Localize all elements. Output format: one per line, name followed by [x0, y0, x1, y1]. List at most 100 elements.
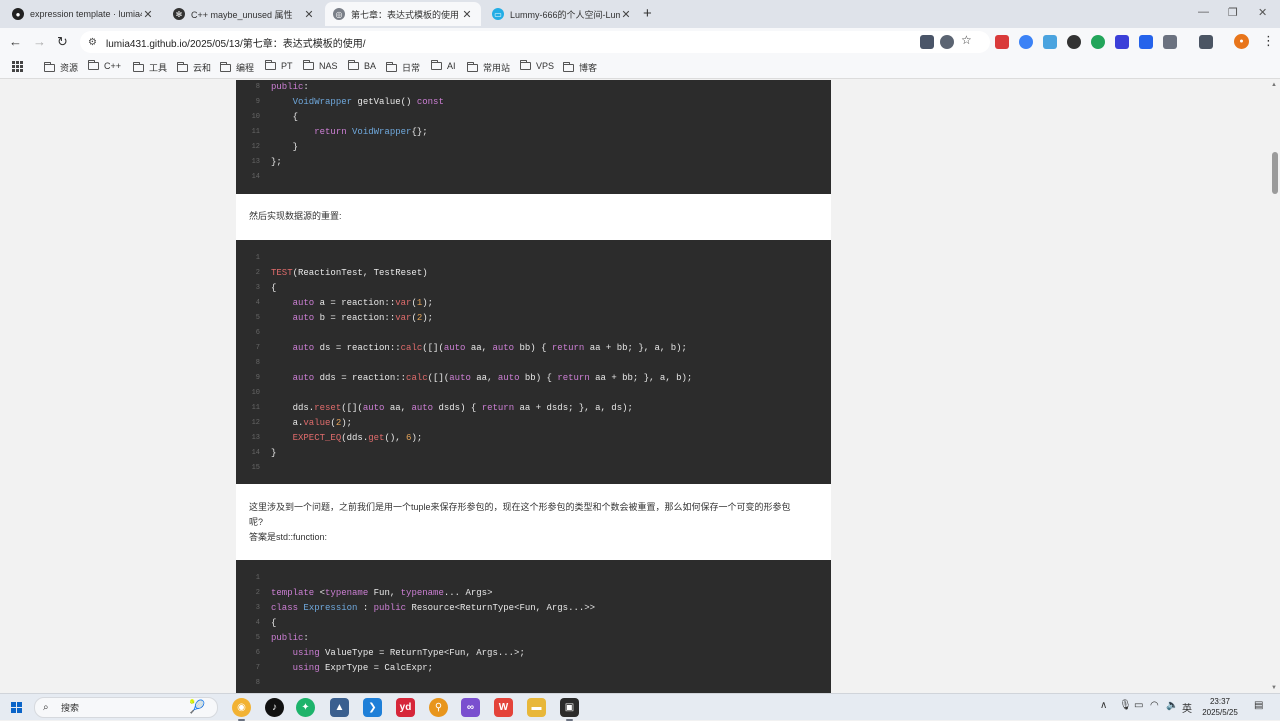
ime-indicator[interactable]: 英 — [1182, 700, 1192, 715]
code-line: 5 public: — [236, 631, 831, 646]
close-window-icon[interactable]: ✕ — [1258, 6, 1267, 19]
volume-icon[interactable]: 🔈 — [1166, 700, 1178, 711]
code-text: public: — [271, 82, 309, 92]
extension-blue-icon[interactable] — [1043, 35, 1057, 49]
extension-green-icon[interactable] — [1091, 35, 1105, 49]
app-blue-icon[interactable]: ▲ — [330, 698, 349, 717]
code-line: 10 — [236, 386, 831, 401]
bookmark-folder[interactable]: AI — [431, 60, 456, 71]
folder-icon — [431, 60, 442, 70]
scroll-down-icon[interactable]: ▼ — [1271, 685, 1277, 691]
bookmark-folder[interactable]: C++ — [88, 60, 121, 71]
youdao-icon[interactable]: yd — [396, 698, 415, 717]
tab-title: Lummy-666的个人空间-Lumm — [510, 9, 620, 20]
close-icon[interactable]: ✕ — [142, 8, 154, 21]
bookmark-folder[interactable]: PT — [265, 60, 293, 71]
paragraph-tuple-problem: 这里涉及到一个问题，之前我们是用一个tuple来保存形参包的，现在这个形参包的类… — [249, 500, 819, 545]
chrome-icon[interactable]: ◉ — [232, 698, 251, 721]
taskbar-search[interactable]: ⌕ 搜索 🎾 — [34, 697, 218, 718]
code-text: auto a = reaction::var(1); — [292, 298, 434, 308]
extensions-puzzle-icon[interactable] — [1163, 35, 1177, 49]
article-body: 8 public: 9 VoidWrapper getValue() const 10… — [236, 80, 831, 693]
code-line: 4 auto a = reaction::var(1); — [236, 296, 831, 311]
code-line: 7 auto ds = reaction::calc([](auto aa, a… — [236, 341, 831, 356]
close-icon[interactable]: ✕ — [620, 8, 632, 21]
minimize-icon[interactable]: — — [1198, 6, 1209, 18]
microphone-icon[interactable]: 🎙 — [1119, 700, 1132, 711]
address-bar[interactable]: ⚙ lumia431.github.io/2025/05/13/第七章：表达式模… — [80, 31, 990, 53]
back-icon[interactable]: ← — [9, 34, 22, 49]
menu-icon[interactable]: ⋮ — [1262, 33, 1275, 49]
file-explorer-icon[interactable]: ▬ — [527, 698, 546, 717]
notifications-icon[interactable]: ▤ — [1254, 700, 1263, 711]
code-line: 1 — [236, 251, 831, 266]
clock-date: 2025/5/25 — [1202, 708, 1238, 717]
extension-translate-icon[interactable] — [1139, 35, 1153, 49]
code-line: 7 using ExprType = CalcExpr; — [236, 661, 831, 676]
apps-grid-icon[interactable] — [12, 61, 23, 72]
line-number: 9 — [255, 374, 260, 382]
tray-overflow-icon[interactable]: ∧ — [1100, 700, 1107, 711]
folder-icon — [386, 61, 397, 72]
code-text: TEST(ReactionTest, TestReset) — [271, 268, 428, 278]
wifi-icon[interactable]: ◠ — [1150, 700, 1159, 711]
terminal-icon[interactable]: ▣ — [560, 698, 579, 721]
line-number: 6 — [255, 329, 260, 337]
bookmark-folder[interactable]: 博客 — [563, 61, 597, 74]
system-clock[interactable]: 23:37 2025/5/25 — [1196, 696, 1244, 718]
performance-icon[interactable] — [940, 35, 954, 49]
bookmark-folder[interactable]: 常用站 — [467, 61, 510, 74]
wps-icon[interactable]: W — [494, 698, 513, 717]
tab-github[interactable]: ● expression template · lumia4 ✕ — [4, 2, 162, 26]
tennis-ball-icon: 🎾 — [189, 699, 206, 714]
line-number: 1 — [255, 254, 260, 262]
bookmark-folder[interactable]: 资源 — [44, 61, 78, 74]
search-tool-icon[interactable]: ⚲ — [429, 698, 448, 717]
reload-icon[interactable]: ↻ — [57, 34, 68, 50]
bookmark-folder[interactable]: NAS — [303, 60, 338, 71]
windows-start-icon[interactable] — [11, 702, 22, 713]
code-text: using ExprType = CalcExpr; — [292, 663, 434, 673]
address-url[interactable]: lumia431.github.io/2025/05/13/第七章：表达式模板的… — [106, 35, 366, 50]
wechat-icon[interactable]: ✦ — [296, 698, 315, 717]
bookmark-folder[interactable]: 编程 — [220, 61, 254, 74]
network-icon[interactable]: ▭ — [1134, 700, 1143, 711]
site-info-icon[interactable]: ⚙ — [88, 37, 102, 48]
folder-icon — [44, 61, 55, 72]
forward-icon[interactable]: → — [33, 34, 46, 49]
chatgpt-icon: ✻ — [173, 8, 185, 20]
code-line: 11 dds.reset([](auto aa, auto dsds) { re… — [236, 401, 831, 416]
bookmark-folder[interactable]: VPS — [520, 60, 554, 71]
bookmark-folder[interactable]: 日常 — [386, 61, 420, 74]
maximize-icon[interactable]: ❐ — [1228, 6, 1238, 19]
bookmark-folder[interactable]: 云和 — [177, 61, 211, 74]
bookmark-star-icon[interactable]: ☆ — [961, 33, 972, 47]
tab-chatgpt[interactable]: ✻ C++ maybe_unused 属性 ✕ — [165, 2, 323, 26]
paragraph-line: 这里涉及到一个问题，之前我们是用一个tuple来保存形参包的，现在这个形参包的类… — [249, 502, 791, 512]
close-icon[interactable]: ✕ — [303, 8, 315, 21]
extension-cloud-icon[interactable] — [1019, 35, 1033, 49]
new-tab-button[interactable]: + — [643, 5, 652, 22]
line-number: 13 — [251, 158, 260, 166]
scrollbar-thumb[interactable] — [1272, 152, 1278, 194]
vscode-icon[interactable]: ❯ — [363, 698, 382, 717]
extension-red-icon[interactable] — [995, 35, 1009, 49]
scroll-up-icon[interactable]: ▲ — [1271, 82, 1277, 88]
profile-avatar[interactable]: ● — [1234, 34, 1249, 49]
side-panel-icon[interactable] — [1199, 35, 1213, 49]
code-line: 8 — [236, 676, 831, 691]
tab-bilibili[interactable]: ▭ Lummy-666的个人空间-Lumm ✕ — [484, 2, 640, 26]
page-scrollbar[interactable]: ▲ ▼ — [1270, 80, 1280, 693]
visual-studio-icon[interactable]: ∞ — [461, 698, 480, 717]
tiktok-icon[interactable]: ♪ — [265, 698, 284, 717]
close-icon[interactable]: ✕ — [461, 8, 473, 21]
bookmark-folder[interactable]: BA — [348, 60, 376, 71]
code-line: 6 using ValueType = ReturnType<Fun, Args… — [236, 646, 831, 661]
line-number: 3 — [255, 284, 260, 292]
extension-dark-icon[interactable] — [1067, 35, 1081, 49]
bookmark-folder[interactable]: 工具 — [133, 61, 167, 74]
tab-active-article[interactable]: ◎ 第七章：表达式模板的使用 | Lu ✕ — [325, 2, 481, 26]
translate-icon[interactable] — [920, 35, 934, 49]
code-line: 13}; — [236, 155, 831, 170]
extension-play-icon[interactable] — [1115, 35, 1129, 49]
